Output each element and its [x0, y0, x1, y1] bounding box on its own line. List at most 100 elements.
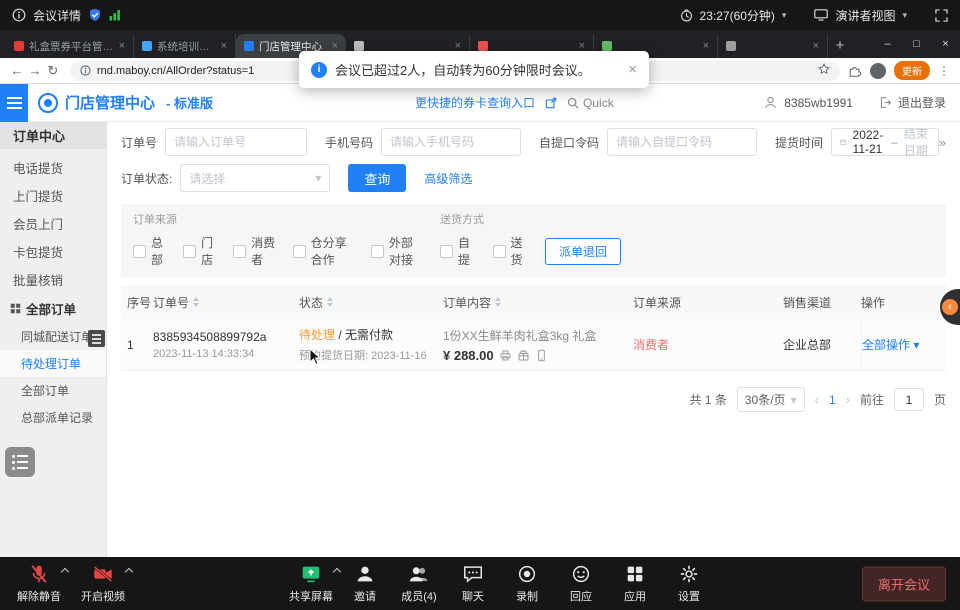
date-range-picker[interactable]: 2022-11-21 – 结束日期 [831, 128, 939, 156]
tab-close-icon[interactable]: × [703, 40, 709, 52]
table-row[interactable]: 1 8385934508899792a 2023-11-13 14:33:34 … [121, 319, 946, 371]
checkbox-icon[interactable] [371, 245, 384, 258]
checkbox-warehouse-coop[interactable]: 仓分享合作 [293, 234, 354, 268]
chat-button[interactable]: 聊天 [446, 563, 500, 604]
col-order-no[interactable]: 订单号 [153, 294, 299, 311]
maximize-icon[interactable]: □ [902, 30, 931, 58]
dispatch-return-button[interactable]: 派单退回 [545, 238, 621, 265]
sidebar-item-batch-verify[interactable]: 批量核销 [0, 265, 106, 293]
end-date-placeholder[interactable]: 结束日期 [904, 125, 930, 159]
panel-toggle-arrow-icon[interactable]: ‹ [942, 299, 958, 315]
record-button[interactable]: 录制 [500, 563, 554, 604]
quick-link[interactable]: Quick [567, 96, 614, 110]
unmute-button[interactable]: 解除静音 [12, 563, 66, 604]
current-page[interactable]: 1 [829, 393, 836, 407]
sidebar-item-phone-pickup[interactable]: 电话提货 [0, 153, 106, 181]
search-button[interactable]: 查询 [348, 164, 406, 192]
prev-page-icon[interactable]: ‹ [815, 392, 819, 407]
back-icon[interactable]: ← [8, 63, 26, 78]
quick-entry-link[interactable]: 更快捷的券卡查询入口 [415, 94, 535, 111]
tab-close-icon[interactable]: × [813, 40, 819, 52]
bookmark-star-icon[interactable] [818, 63, 830, 78]
fullscreen-icon[interactable] [935, 9, 948, 22]
apps-button[interactable]: 应用 [608, 563, 662, 604]
sort-icon[interactable] [495, 297, 501, 307]
browser-menu-icon[interactable]: ⋮ [938, 64, 950, 78]
logout-button[interactable]: 退出登录 [898, 94, 946, 111]
col-content[interactable]: 订单内容 [443, 294, 633, 311]
site-info-icon[interactable] [80, 65, 91, 76]
sidebar-item-member-visit[interactable]: 会员上门 [0, 209, 106, 237]
sidebar-item-card-pickup[interactable]: 卡包提货 [0, 237, 106, 265]
members-button[interactable]: 成员(4) [392, 563, 446, 604]
checkbox-delivery[interactable]: 送货 [493, 234, 529, 268]
username[interactable]: 8385wb1991 [784, 96, 853, 110]
start-video-button[interactable]: 开启视频 [76, 563, 130, 604]
annotation-tools-widget[interactable] [5, 447, 35, 477]
sort-icon[interactable] [193, 297, 199, 307]
sidebar-item-hq-dispatch-log[interactable]: 总部派单记录 [0, 404, 106, 431]
forward-icon[interactable]: → [26, 63, 44, 78]
checkbox-icon[interactable] [440, 245, 453, 258]
invite-button[interactable]: 邀请 [338, 563, 392, 604]
checkbox-icon[interactable] [133, 245, 146, 258]
all-actions-dropdown[interactable]: 全部操作 ▾ [862, 336, 919, 353]
checkbox-icon[interactable] [493, 245, 506, 258]
checkbox-icon[interactable] [183, 245, 196, 258]
next-page-icon[interactable]: › [846, 392, 850, 407]
advanced-filter-link[interactable]: 高级筛选 [424, 170, 472, 187]
reload-icon[interactable]: ↻ [44, 63, 62, 79]
goto-page-input[interactable] [894, 388, 924, 411]
col-status[interactable]: 状态 [299, 294, 443, 311]
tab-close-icon[interactable]: × [119, 40, 125, 52]
profile-avatar[interactable] [870, 63, 886, 79]
checkbox-external[interactable]: 外部对接 [371, 234, 423, 268]
collapse-filters-icon[interactable]: » [939, 135, 946, 150]
checkbox-self-pickup[interactable]: 自提 [440, 234, 476, 268]
settings-button[interactable]: 设置 [662, 563, 716, 604]
checkbox-store[interactable]: 门店 [183, 234, 216, 268]
external-link-icon[interactable] [545, 97, 557, 109]
sidebar-collapse-handle[interactable] [88, 330, 105, 347]
tab-close-icon[interactable]: × [221, 40, 227, 52]
share-screen-button[interactable]: 共享屏幕 [284, 563, 338, 604]
toast-close-icon[interactable]: × [628, 61, 637, 78]
mic-options-caret-icon[interactable] [61, 568, 69, 576]
browser-tab[interactable]: 礼盒票券平台管理中心 × [6, 34, 134, 58]
reactions-button[interactable]: 回应 [554, 563, 608, 604]
new-tab-button[interactable]: + [828, 34, 852, 58]
browser-tab[interactable]: 系统培训学习 × [134, 34, 236, 58]
view-caret-icon[interactable]: ▾ [902, 10, 907, 21]
order-no-input[interactable] [165, 128, 307, 156]
signal-icon[interactable] [109, 9, 121, 21]
phone-icon[interactable] [535, 349, 548, 362]
leave-meeting-button[interactable]: 离开会议 [862, 566, 946, 601]
browser-update-button[interactable]: 更新 [894, 61, 930, 80]
minimize-icon[interactable]: – [873, 30, 902, 58]
checkbox-hq[interactable]: 总部 [133, 234, 166, 268]
meeting-details-label[interactable]: 会议详情 [33, 7, 81, 24]
view-mode-label[interactable]: 演讲者视图 [835, 7, 895, 24]
hamburger-menu-icon[interactable] [0, 84, 28, 122]
browser-tab[interactable]: × [718, 34, 828, 58]
pickup-code-input[interactable] [607, 128, 757, 156]
sidebar-item-pending-orders[interactable]: 待处理订单 [0, 350, 106, 377]
page-size-select[interactable]: 30条/页 ▾ [737, 387, 805, 412]
video-options-caret-icon[interactable] [125, 568, 133, 576]
sidebar-item-door-pickup[interactable]: 上门提货 [0, 181, 106, 209]
shield-icon[interactable] [88, 8, 102, 22]
order-status-select[interactable]: 请选择 ▾ [180, 164, 330, 192]
checkbox-icon[interactable] [233, 245, 246, 258]
start-date-value[interactable]: 2022-11-21 [853, 128, 886, 156]
sort-icon[interactable] [327, 297, 333, 307]
phone-input[interactable] [381, 128, 521, 156]
extensions-puzzle-icon[interactable] [848, 64, 862, 78]
sidebar-item-all-orders[interactable]: 全部订单 [0, 377, 106, 404]
checkbox-icon[interactable] [293, 245, 306, 258]
sidebar-group-all-orders[interactable]: 全部订单 [0, 293, 106, 323]
printer-icon[interactable] [499, 349, 512, 362]
gift-icon[interactable] [517, 349, 530, 362]
checkbox-consumer[interactable]: 消费者 [233, 234, 276, 268]
window-close-icon[interactable]: × [931, 30, 960, 58]
timer-caret-icon[interactable]: ▾ [782, 10, 787, 21]
